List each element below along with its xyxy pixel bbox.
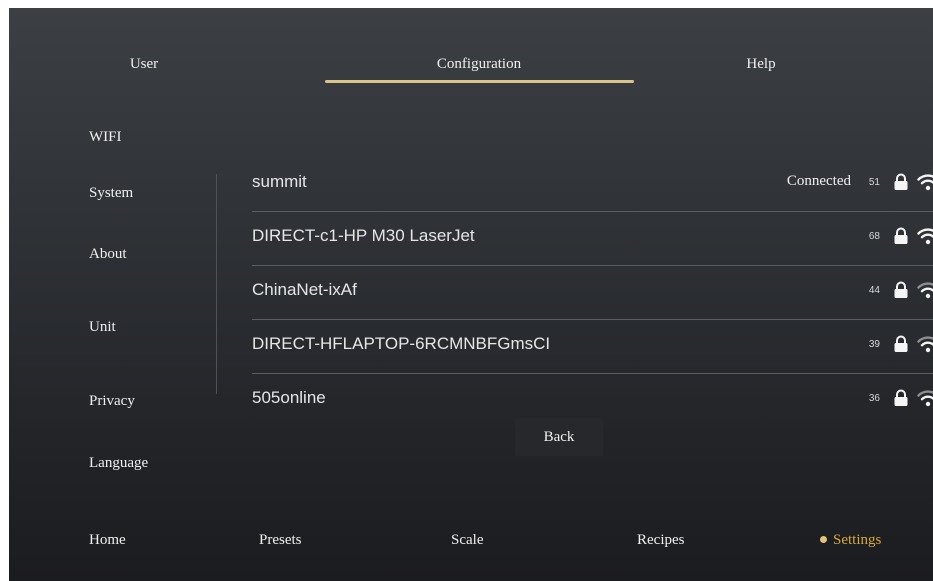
active-indicator-dot (820, 536, 827, 544)
lock-icon (894, 281, 908, 298)
wifi-network-row[interactable]: DIRECT-HFLAPTOP-6RCMNBFGmsCI 39 (252, 320, 933, 374)
wifi-icon (917, 174, 933, 191)
network-ssid: DIRECT-c1-HP M30 LaserJet (252, 226, 475, 245)
side-item-about[interactable]: About (89, 246, 127, 263)
back-button[interactable]: Back (515, 418, 603, 456)
lock-icon (894, 335, 908, 352)
side-item-unit[interactable]: Unit (89, 319, 116, 336)
wifi-icon (917, 336, 933, 353)
side-item-language[interactable]: Language (89, 455, 148, 472)
nav-settings[interactable]: Settings (820, 532, 881, 549)
side-item-privacy[interactable]: Privacy (89, 393, 135, 410)
connection-status: Connected (786, 173, 851, 189)
active-tab-underline (325, 80, 634, 83)
settings-screen: User Configuration Help WIFI System Abou… (9, 8, 933, 581)
wifi-icon (917, 390, 933, 407)
signal-strength: 68 (868, 231, 880, 242)
wifi-network-row[interactable]: ChinaNet-ixAf 44 (252, 266, 933, 320)
tab-help[interactable]: Help (731, 56, 791, 73)
side-divider (216, 174, 217, 394)
wifi-network-row[interactable]: DIRECT-c1-HP M30 LaserJet 68 (252, 212, 933, 266)
signal-strength: 44 (868, 285, 880, 296)
side-item-wifi[interactable]: WIFI (89, 129, 122, 146)
wifi-icon (917, 228, 933, 245)
lock-icon (894, 227, 908, 244)
signal-strength: 36 (868, 393, 880, 404)
lock-icon (894, 173, 908, 190)
nav-home[interactable]: Home (89, 532, 126, 549)
lock-icon (894, 389, 908, 406)
tab-user[interactable]: User (114, 56, 174, 73)
tab-configuration[interactable]: Configuration (409, 56, 549, 73)
network-ssid: 505online (252, 388, 326, 407)
side-item-system[interactable]: System (89, 185, 133, 202)
network-ssid: summit (252, 172, 307, 191)
signal-strength: 39 (868, 339, 880, 350)
wifi-icon (917, 282, 933, 299)
network-ssid: ChinaNet-ixAf (252, 280, 357, 299)
nav-recipes[interactable]: Recipes (637, 532, 684, 549)
network-ssid: DIRECT-HFLAPTOP-6RCMNBFGmsCI (252, 334, 551, 353)
nav-settings-label: Settings (833, 532, 882, 548)
signal-strength: 51 (868, 177, 880, 188)
nav-scale[interactable]: Scale (451, 532, 483, 549)
nav-presets[interactable]: Presets (259, 532, 302, 549)
wifi-network-row[interactable]: summit Connected 51 (252, 158, 933, 212)
